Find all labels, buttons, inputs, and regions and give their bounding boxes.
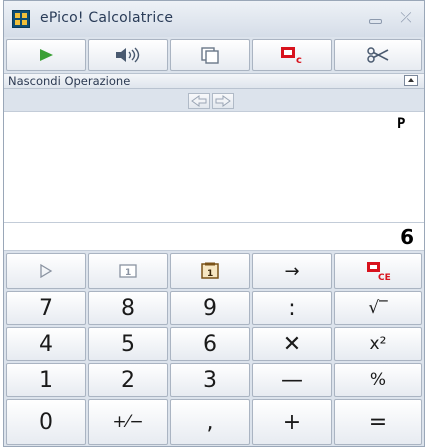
memory-recall-icon: 1: [119, 264, 137, 278]
copy-icon: [201, 47, 219, 64]
key-square-label: x²: [369, 334, 387, 354]
key-minus[interactable]: —: [252, 363, 332, 397]
speaker-icon: [116, 47, 140, 63]
key-7-label: 7: [39, 295, 53, 321]
memory-store-icon: 1: [201, 262, 219, 279]
key-2[interactable]: 2: [88, 363, 168, 397]
key-8-label: 8: [121, 295, 135, 321]
arrow-right-icon: [215, 95, 231, 107]
title-bar: ePico! Calcolatrice ⤫: [4, 1, 424, 37]
key-divide[interactable]: :: [252, 291, 332, 325]
key-square[interactable]: x²: [334, 327, 422, 361]
minimize-button[interactable]: [368, 9, 384, 27]
key-plus[interactable]: +: [252, 399, 332, 445]
key-plus-label: +: [282, 409, 302, 435]
key-comma[interactable]: ,: [170, 399, 250, 445]
key-7[interactable]: 7: [6, 291, 86, 325]
play-button[interactable]: [6, 39, 86, 71]
key-sqrt[interactable]: √‾: [334, 291, 422, 325]
key-3[interactable]: 3: [170, 363, 250, 397]
key-multiply[interactable]: ✕: [252, 327, 332, 361]
clear-history-button[interactable]: c: [252, 39, 332, 71]
key-1-label: 1: [39, 367, 53, 393]
key-9-label: 9: [203, 295, 217, 321]
key-5-label: 5: [121, 331, 135, 357]
arrow-right-key[interactable]: →: [252, 253, 332, 289]
memory-recall-key[interactable]: 1: [88, 253, 168, 289]
key-6-label: 6: [203, 331, 217, 357]
key-equals[interactable]: =: [334, 399, 422, 445]
scissors-icon: [367, 47, 389, 63]
key-percent-label: %: [369, 370, 387, 390]
copy-button[interactable]: [170, 39, 250, 71]
arrow-right-icon: →: [284, 260, 300, 282]
minimize-icon: [369, 19, 382, 24]
operation-panel-header: Nascondi Operazione: [4, 73, 424, 89]
window-title: ePico! Calcolatrice: [40, 10, 174, 26]
play-outline-key[interactable]: [6, 253, 86, 289]
history-marker: P: [397, 116, 406, 132]
key-comma-label: ,: [206, 409, 214, 435]
triangle-up-icon: [408, 78, 414, 82]
arrow-left-icon: [191, 95, 207, 107]
close-icon: ⤫: [400, 10, 412, 26]
collapse-button[interactable]: [404, 75, 418, 86]
cut-button[interactable]: [334, 39, 422, 71]
key-9[interactable]: 9: [170, 291, 250, 325]
display-value: 6: [400, 225, 414, 249]
key-4[interactable]: 4: [6, 327, 86, 361]
key-equals-label: =: [368, 409, 388, 435]
key-2-label: 2: [121, 367, 135, 393]
key-0-label: 0: [39, 409, 53, 435]
clear-entry-icon: CE: [367, 262, 391, 281]
svg-text:1: 1: [207, 269, 213, 279]
memory-store-key[interactable]: 1: [170, 253, 250, 289]
svg-text:CE: CE: [378, 273, 391, 281]
clear-history-icon: c: [281, 47, 302, 64]
key-1[interactable]: 1: [6, 363, 86, 397]
key-sign[interactable]: +⁄−: [88, 399, 168, 445]
play-icon: [40, 49, 53, 61]
key-5[interactable]: 5: [88, 327, 168, 361]
calculator-window: ePico! Calcolatrice ⤫ c Nascondi Operazi…: [3, 0, 425, 447]
key-8[interactable]: 8: [88, 291, 168, 325]
hide-operation-label[interactable]: Nascondi Operazione: [8, 74, 130, 88]
svg-text:1: 1: [125, 268, 131, 278]
svg-text:c: c: [296, 55, 302, 64]
result-display: 6: [4, 223, 424, 251]
key-sign-label: +⁄−: [112, 412, 144, 432]
app-icon: [12, 10, 30, 28]
key-3-label: 3: [203, 367, 217, 393]
previous-button[interactable]: [188, 93, 210, 109]
key-0[interactable]: 0: [6, 399, 86, 445]
key-divide-label: :: [288, 295, 296, 321]
key-sqrt-label: √‾: [368, 298, 388, 318]
speak-button[interactable]: [88, 39, 168, 71]
key-4-label: 4: [39, 331, 53, 357]
key-percent[interactable]: %: [334, 363, 422, 397]
play-outline-icon: [40, 264, 53, 278]
clear-entry-key[interactable]: CE: [334, 253, 422, 289]
key-6[interactable]: 6: [170, 327, 250, 361]
key-minus-label: —: [281, 367, 303, 393]
next-button[interactable]: [212, 93, 234, 109]
close-button[interactable]: ⤫: [396, 9, 416, 27]
key-multiply-label: ✕: [282, 331, 302, 357]
history-area[interactable]: [4, 111, 424, 223]
